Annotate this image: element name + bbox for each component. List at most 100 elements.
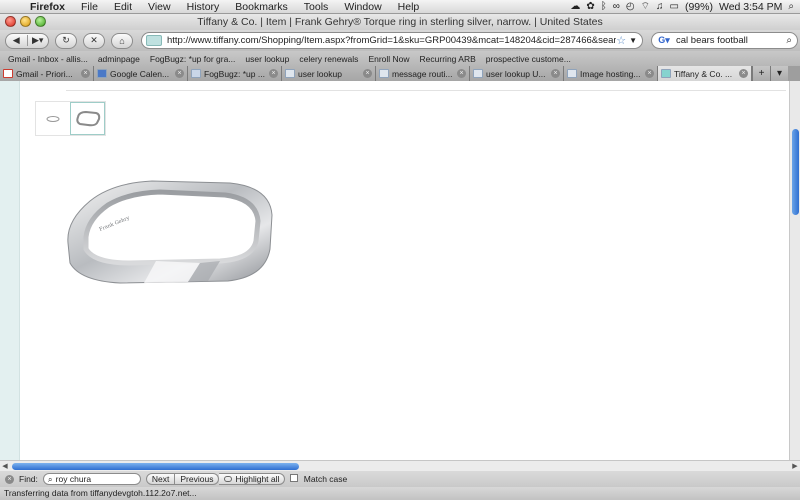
reload-button[interactable]: ↻ xyxy=(55,32,77,49)
vertical-scrollbar[interactable] xyxy=(789,81,800,460)
tab-message-routing[interactable]: message routi... × xyxy=(376,66,470,81)
menu-app-firefox[interactable]: Firefox xyxy=(22,1,73,13)
bookmark-celery-renewals[interactable]: celery renewals xyxy=(299,54,358,64)
product-thumbnails xyxy=(35,101,106,136)
bookmark-gmail[interactable]: Gmail - Inbox - allis... xyxy=(8,54,88,64)
window-controls xyxy=(5,16,46,27)
bookmarks-toolbar: Gmail - Inbox - allis... adminpage FogBu… xyxy=(0,51,800,66)
menu-view[interactable]: View xyxy=(140,1,179,13)
menu-window[interactable]: Window xyxy=(336,1,389,13)
find-previous-button[interactable]: Previous xyxy=(175,473,220,485)
menu-help[interactable]: Help xyxy=(390,1,428,13)
tab-label: FogBugz: *up ... xyxy=(204,68,265,79)
image-icon xyxy=(567,69,577,78)
find-next-button[interactable]: Next xyxy=(145,473,176,485)
zoom-window-button[interactable] xyxy=(35,16,46,27)
search-icon[interactable]: ⌕ xyxy=(786,35,792,46)
bookmark-user-lookup[interactable]: user lookup xyxy=(245,54,289,64)
menu-edit[interactable]: Edit xyxy=(106,1,140,13)
tab-google-calendar[interactable]: Google Calen... × xyxy=(94,66,188,81)
battery-icon[interactable]: ▭ xyxy=(670,1,679,12)
bookmark-fogbugz[interactable]: FogBugz: *up for gra... xyxy=(150,54,236,64)
url-bar[interactable]: http://www.tiffany.com/Shopping/Item.asp… xyxy=(141,32,643,49)
tab-label: Google Calen... xyxy=(110,68,170,79)
bookmark-prospective-customers[interactable]: prospective custome... xyxy=(486,54,571,64)
tab-close-icon[interactable]: × xyxy=(175,69,184,78)
product-image[interactable]: Frank Gehry xyxy=(60,171,280,294)
url-text[interactable]: http://www.tiffany.com/Shopping/Item.asp… xyxy=(167,35,616,46)
tab-close-icon[interactable]: × xyxy=(363,69,372,78)
tab-gmail[interactable]: Gmail - Priori... × xyxy=(0,66,94,81)
tab-close-icon[interactable]: × xyxy=(81,69,90,78)
bookmark-enroll-now[interactable]: Enroll Now xyxy=(368,54,409,64)
menu-bookmarks[interactable]: Bookmarks xyxy=(227,1,296,13)
thumbnail-side-view[interactable] xyxy=(36,102,70,135)
volume-icon[interactable]: ♫ xyxy=(656,1,664,12)
tab-fogbugz[interactable]: FogBugz: *up ... × xyxy=(188,66,282,81)
find-close-icon[interactable]: × xyxy=(5,474,14,484)
binoculars-icon[interactable]: ∞ xyxy=(613,1,620,12)
menu-history[interactable]: History xyxy=(179,1,228,13)
dropbox-icon[interactable]: ✿ xyxy=(586,1,594,12)
thumbnail-angle-view[interactable] xyxy=(70,102,105,135)
google-search-engine-icon[interactable]: G▾ xyxy=(655,35,673,46)
tab-tiffany[interactable]: Tiffany & Co. ... × xyxy=(658,66,752,81)
scroll-left-arrow-icon[interactable]: ◀ xyxy=(0,462,10,470)
window-titlebar: Tiffany & Co. | Item | Frank Gehry® Torq… xyxy=(0,14,800,30)
tab-close-icon[interactable]: × xyxy=(457,69,466,78)
vertical-scroll-thumb[interactable] xyxy=(792,129,799,215)
mac-menubar: Firefox File Edit View History Bookmarks… xyxy=(0,0,800,14)
site-identity-icon[interactable] xyxy=(146,35,162,46)
menu-tools[interactable]: Tools xyxy=(296,1,337,13)
tab-label: user lookup U... xyxy=(486,68,546,79)
bookmark-adminpage[interactable]: adminpage xyxy=(98,54,140,64)
tab-close-icon[interactable]: × xyxy=(551,69,560,78)
page-icon xyxy=(473,69,483,78)
find-input[interactable]: ⌕ roy chura xyxy=(42,473,141,485)
close-window-button[interactable] xyxy=(5,16,16,27)
highlight-all-button[interactable]: Highlight all xyxy=(219,473,286,485)
search-bar[interactable]: G▾ cal bears football ⌕ xyxy=(651,32,798,49)
wifi-icon[interactable]: ⌔ xyxy=(641,0,650,13)
find-label: Find: xyxy=(19,474,38,484)
home-icon: ⌂ xyxy=(119,35,125,46)
back-arrow-icon[interactable]: ◀ xyxy=(6,35,27,46)
tab-close-icon[interactable]: × xyxy=(645,69,654,78)
home-button[interactable]: ⌂ xyxy=(111,32,133,49)
list-all-tabs-button[interactable]: ▾ xyxy=(770,66,788,81)
stop-button[interactable]: ✕ xyxy=(83,32,105,49)
minimize-window-button[interactable] xyxy=(20,16,31,27)
tab-image-hosting[interactable]: Image hosting... × xyxy=(564,66,658,81)
time-machine-icon[interactable]: ◴ xyxy=(626,1,635,12)
bookmark-star-icon[interactable]: ☆ xyxy=(616,34,626,47)
sync-icon[interactable]: ☁ xyxy=(570,1,580,12)
new-tab-button[interactable]: + xyxy=(752,66,770,81)
horizontal-scroll-track[interactable] xyxy=(10,462,790,471)
magnifier-icon: ⌕ xyxy=(47,473,53,484)
bookmark-recurring-arb[interactable]: Recurring ARB xyxy=(420,54,476,64)
page-content: Frank Gehry xyxy=(0,81,800,460)
calendar-icon xyxy=(97,69,107,78)
highlight-all-label: Highlight all xyxy=(235,474,280,484)
divider xyxy=(66,90,786,91)
menubar-clock[interactable]: Wed 3:54 PM xyxy=(719,1,782,13)
tab-close-icon[interactable]: × xyxy=(269,69,278,78)
find-bar: × Find: ⌕ roy chura Next Previous Highli… xyxy=(0,471,800,487)
navigation-toolbar: ◀ ▶▾ ↻ ✕ ⌂ http://www.tiffany.com/Shoppi… xyxy=(0,30,800,51)
forward-arrow-icon[interactable]: ▶▾ xyxy=(26,35,49,46)
tab-user-lookup-2[interactable]: user lookup U... × xyxy=(470,66,564,81)
url-history-dropdown-icon[interactable]: ▼ xyxy=(629,36,637,45)
tab-user-lookup[interactable]: user lookup × xyxy=(282,66,376,81)
search-input[interactable]: cal bears football xyxy=(676,35,786,46)
find-input-value[interactable]: roy chura xyxy=(56,474,91,484)
tab-close-icon[interactable]: × xyxy=(739,69,748,78)
horizontal-scrollbar[interactable]: ◀ ▶ xyxy=(0,460,800,471)
horizontal-scroll-thumb[interactable] xyxy=(12,462,299,470)
bluetooth-icon[interactable]: ᛒ xyxy=(601,1,607,12)
ring-angle-thumbnail-icon xyxy=(76,110,100,126)
menu-file[interactable]: File xyxy=(73,1,106,13)
match-case-checkbox[interactable] xyxy=(290,474,299,482)
match-case-toggle[interactable]: Match case xyxy=(290,474,347,484)
spotlight-search-icon[interactable]: ⌕ xyxy=(788,1,794,12)
scroll-right-arrow-icon[interactable]: ▶ xyxy=(790,462,800,470)
